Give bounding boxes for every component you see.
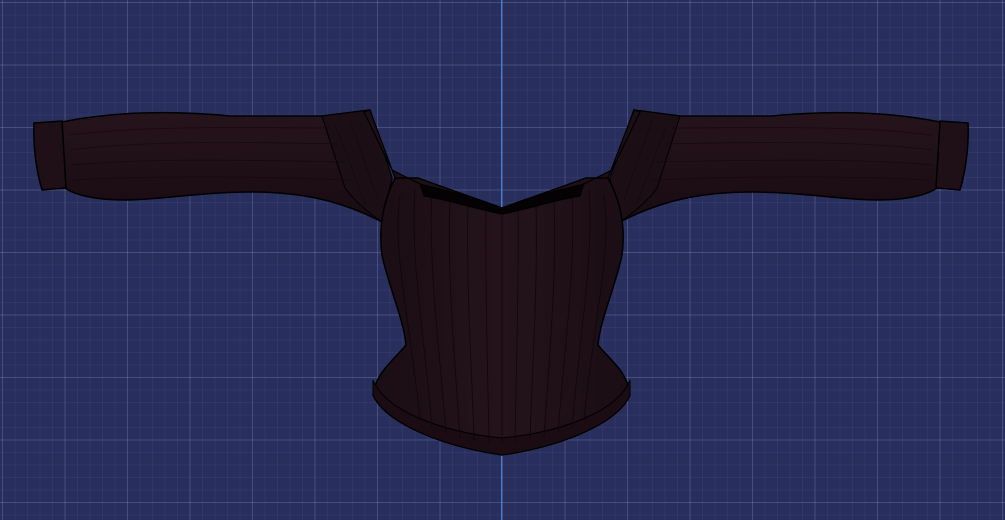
sweater-torso[interactable] (372, 177, 631, 456)
left-cuff[interactable] (33, 120, 67, 191)
left-sleeve[interactable] (61, 109, 393, 224)
right-cuff[interactable] (935, 120, 969, 191)
sweater-model[interactable] (0, 0, 1005, 520)
right-sleeve[interactable] (609, 109, 941, 224)
3d-viewport[interactable] (0, 0, 1005, 520)
